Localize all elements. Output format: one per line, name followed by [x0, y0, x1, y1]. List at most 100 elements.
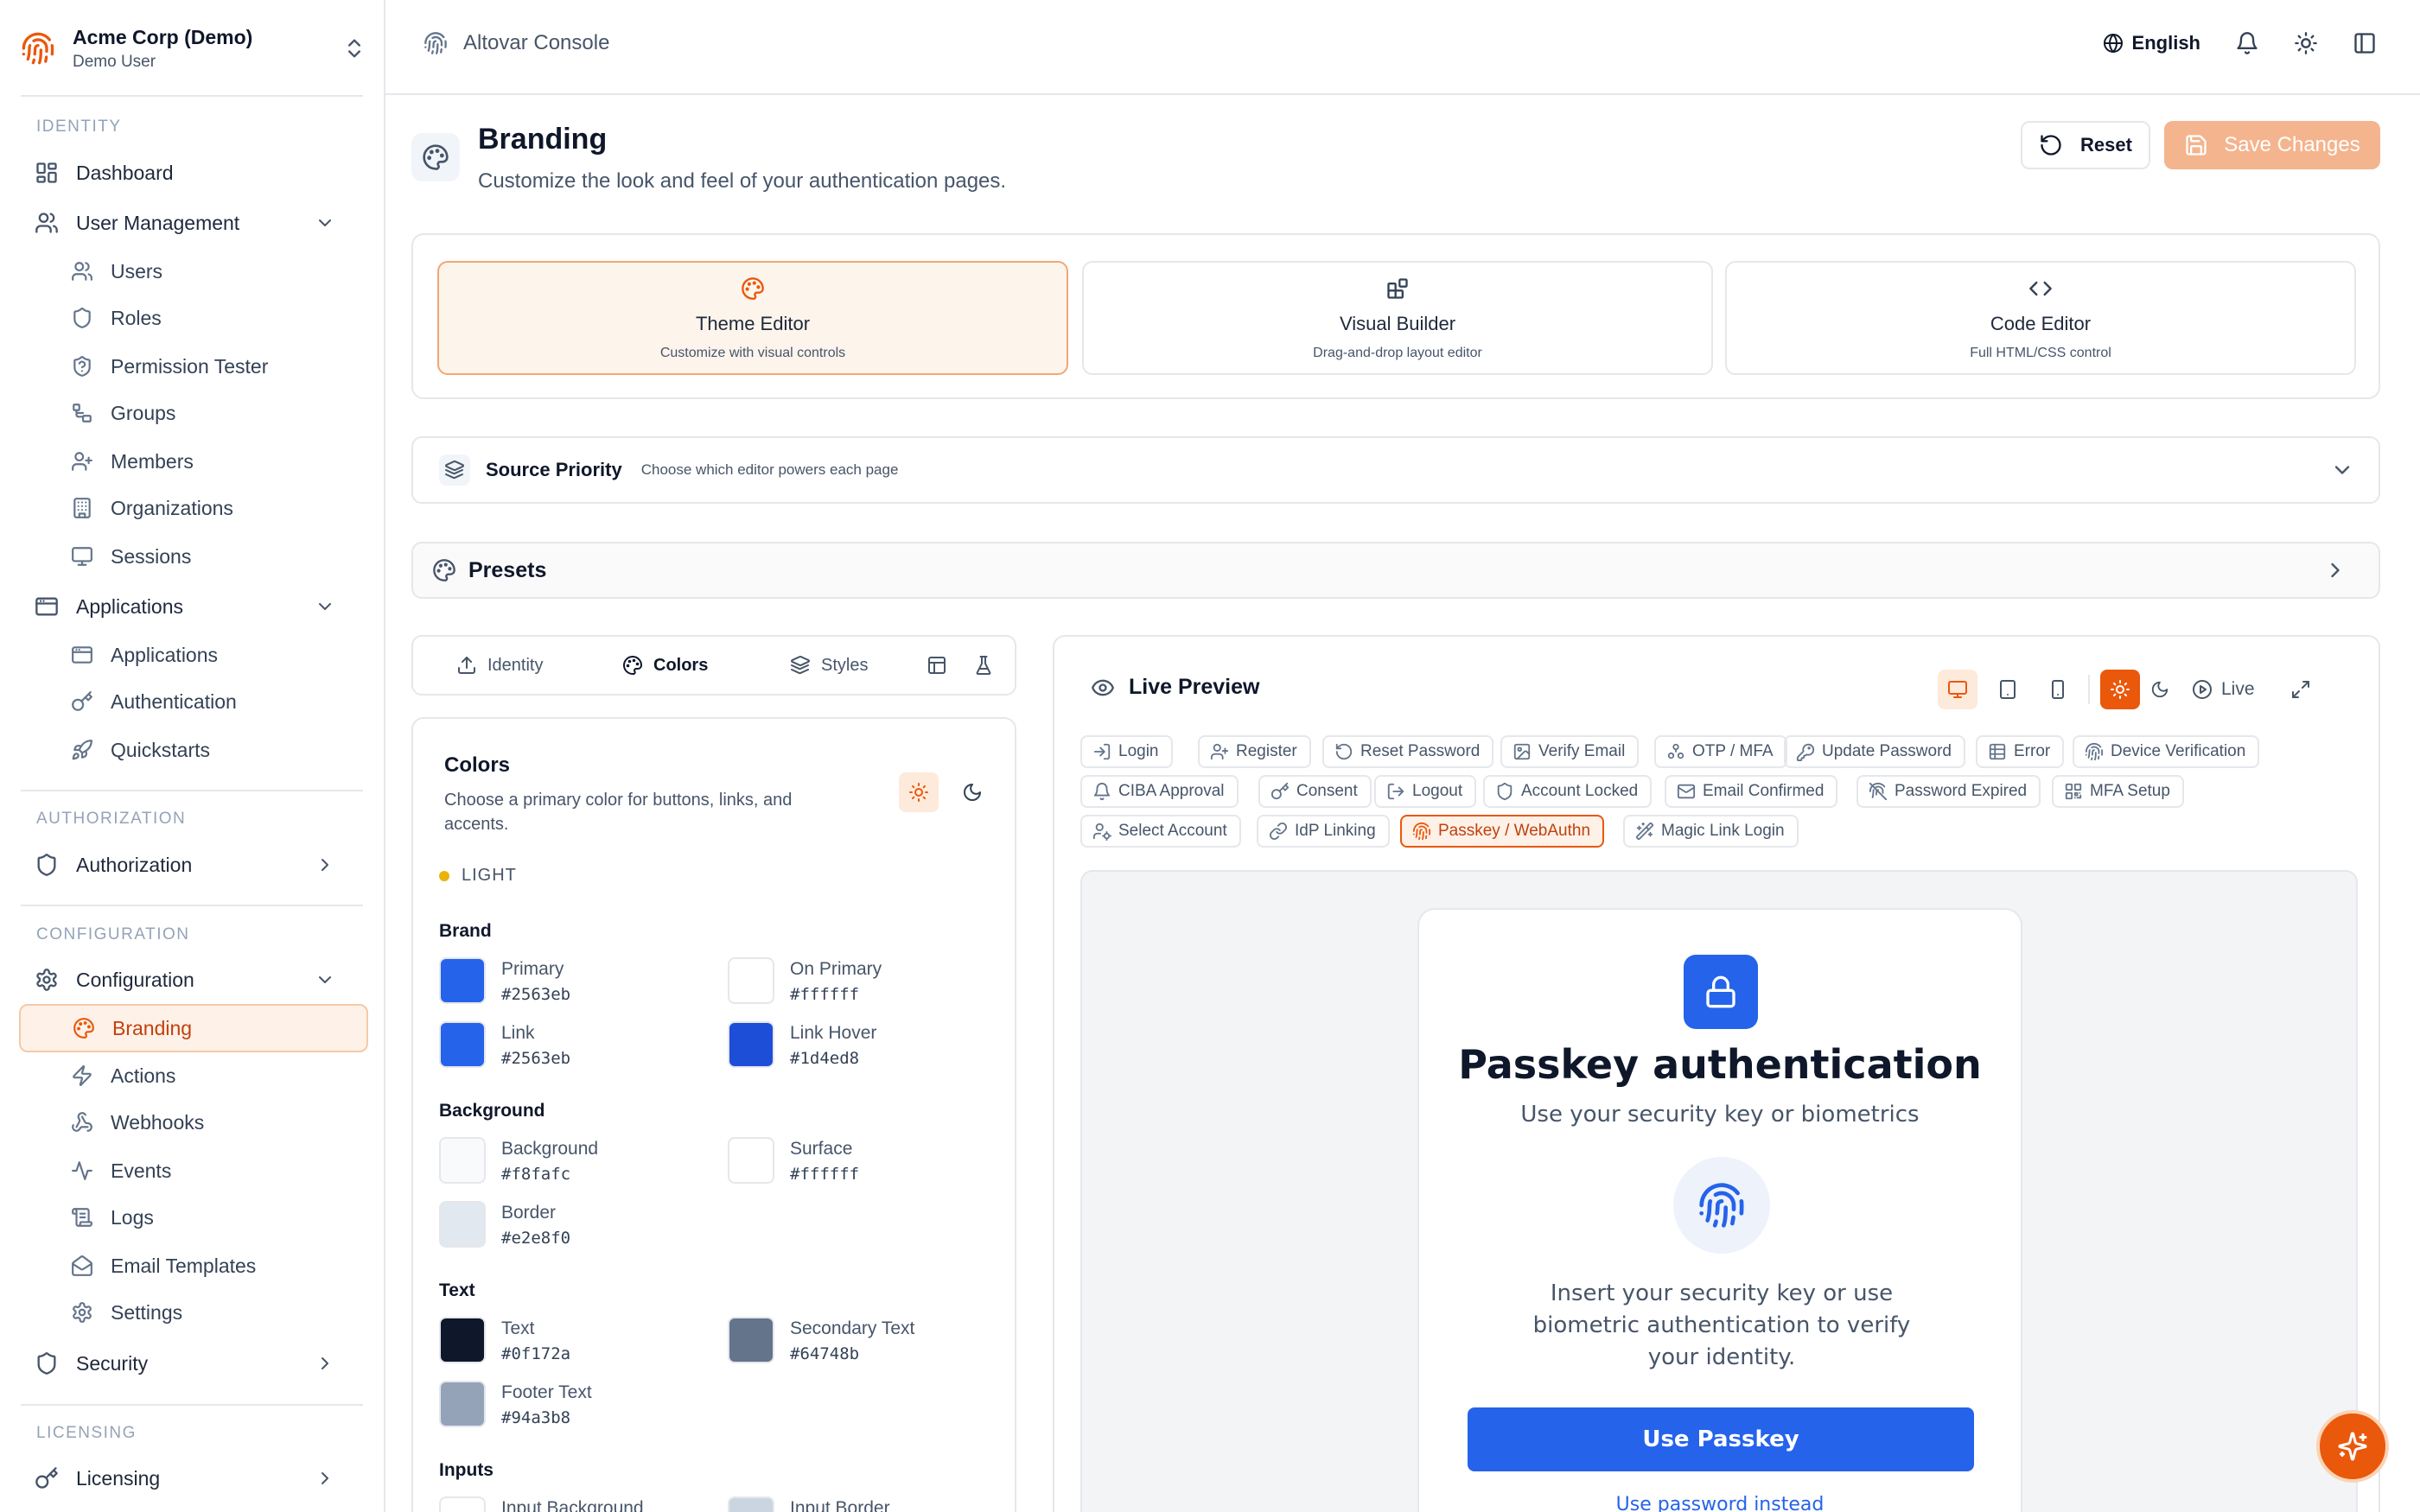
sidebar-item-applications[interactable]: Applications [21, 585, 363, 628]
sidebar-item-dashboard[interactable]: Dashboard [21, 151, 363, 194]
chip-verify-email[interactable]: Verify Email [1500, 735, 1640, 768]
color-box[interactable] [439, 1201, 486, 1248]
sidebar-item-quickstarts[interactable]: Quickstarts [21, 728, 366, 772]
panel-toggle-icon[interactable] [2353, 31, 2377, 55]
sidebar-item-branding[interactable]: Branding [19, 1004, 368, 1052]
page-icon [411, 133, 460, 181]
sidebar-item-organizations[interactable]: Organizations [21, 486, 366, 530]
chip-device-verification[interactable]: Device Verification [2073, 735, 2260, 768]
swatch-input-border[interactable]: Input Border#cbd5e1 [728, 1496, 890, 1512]
swatch-on-primary[interactable]: On Primary #ffffff [728, 957, 882, 1004]
chip-login[interactable]: Login [1080, 735, 1173, 768]
sidebar-item-roles[interactable]: Roles [21, 296, 366, 340]
chip-account-locked[interactable]: Account Locked [1483, 775, 1653, 808]
preview-dark-mode[interactable] [2140, 670, 2180, 709]
swatch-text[interactable]: Text #0f172a [439, 1317, 570, 1363]
swatch-link[interactable]: Link #2563eb [439, 1021, 570, 1068]
sidebar-item-user-management[interactable]: User Management [21, 201, 363, 245]
sidebar-item-applications-list[interactable]: Applications [21, 633, 366, 677]
device-tablet[interactable] [1988, 670, 2028, 709]
sidebar-item-webhooks[interactable]: Webhooks [21, 1101, 366, 1144]
color-box[interactable] [439, 1381, 486, 1427]
expand-preview[interactable] [2281, 670, 2321, 709]
color-box[interactable] [728, 1021, 774, 1068]
editor-visual-builder[interactable]: Visual Builder Drag-and-drop layout edit… [1082, 261, 1713, 375]
editor-code[interactable]: Code Editor Full HTML/CSS control [1725, 261, 2356, 375]
color-box[interactable] [439, 957, 486, 1004]
live-toggle[interactable]: Live [2192, 679, 2255, 700]
chip-logout[interactable]: Logout [1374, 775, 1477, 808]
light-mode-toggle[interactable] [899, 772, 939, 812]
color-box[interactable] [728, 1137, 774, 1184]
swatch-name: Footer Text [501, 1382, 592, 1402]
chip-reset-password[interactable]: Reset Password [1322, 735, 1494, 768]
swatch-primary[interactable]: Primary #2563eb [439, 957, 570, 1004]
color-box[interactable] [439, 1137, 486, 1184]
swatch-link-hover[interactable]: Link Hover #1d4ed8 [728, 1021, 876, 1068]
sidebar-item-permission-tester[interactable]: Permission Tester [21, 345, 366, 388]
chip-mfa-setup[interactable]: MFA Setup [2052, 775, 2184, 808]
ai-assistant-button[interactable] [2316, 1410, 2389, 1483]
color-box[interactable] [728, 1317, 774, 1363]
swatch-background[interactable]: Background #f8fafc [439, 1137, 598, 1184]
org-switcher[interactable]: Acme Corp (Demo) Demo User [21, 17, 366, 79]
tab-colors[interactable]: Colors [622, 655, 708, 676]
sidebar-item-authentication[interactable]: Authentication [21, 680, 366, 723]
shield-icon [71, 307, 93, 329]
tab-layout[interactable] [927, 655, 947, 676]
sidebar-item-users[interactable]: Users [21, 250, 366, 293]
chip-ciba-approval[interactable]: CIBA Approval [1080, 775, 1239, 808]
sidebar-item-configuration[interactable]: Configuration [21, 958, 363, 1001]
chip-magic-link-login[interactable]: Magic Link Login [1623, 815, 1799, 848]
save-button[interactable]: Save Changes [2164, 121, 2380, 169]
sidebar-item-actions[interactable]: Actions [21, 1054, 366, 1097]
sidebar-item-sessions[interactable]: Sessions [21, 535, 366, 578]
use-password-link[interactable]: Use password instead [1419, 1494, 2021, 1512]
chip-register[interactable]: Register [1198, 735, 1311, 768]
color-box[interactable] [728, 957, 774, 1004]
chip-otp-mfa[interactable]: OTP / MFA [1654, 735, 1787, 768]
presets-panel[interactable]: Presets [411, 542, 2380, 599]
language-selector[interactable]: English [2103, 32, 2200, 54]
source-priority-panel[interactable]: Source Priority Choose which editor powe… [411, 436, 2380, 504]
color-box[interactable] [439, 1021, 486, 1068]
reset-button[interactable]: Reset [2021, 121, 2150, 169]
chip-passkey-webauthn[interactable]: Passkey / WebAuthn [1400, 815, 1605, 848]
swatch-secondary-text[interactable]: Secondary Text #64748b [728, 1317, 914, 1363]
chip-update-password[interactable]: Update Password [1784, 735, 1965, 768]
chip-error[interactable]: Error [1976, 735, 2065, 768]
sun-icon[interactable] [2294, 31, 2318, 55]
chip-email-confirmed[interactable]: Email Confirmed [1665, 775, 1838, 808]
color-box[interactable] [439, 1496, 486, 1512]
bell-icon[interactable] [2235, 31, 2259, 55]
swatch-footer-text[interactable]: Footer Text #94a3b8 [439, 1381, 592, 1427]
swatch-input-background[interactable]: Input Background#ffffff [439, 1496, 644, 1512]
auth-card-message: Insert your security key or use biometri… [1532, 1280, 1911, 1370]
sidebar-item-settings[interactable]: Settings [21, 1291, 366, 1334]
color-box[interactable] [439, 1317, 486, 1363]
chip-select-account[interactable]: Select Account [1080, 815, 1241, 848]
sidebar-item-events[interactable]: Events [21, 1149, 366, 1192]
sidebar-item-security[interactable]: Security [21, 1342, 363, 1385]
chip-idp-linking[interactable]: IdP Linking [1257, 815, 1390, 848]
chip-password-expired[interactable]: Password Expired [1856, 775, 2041, 808]
preview-light-mode[interactable] [2100, 670, 2140, 709]
use-passkey-button[interactable]: Use Passkey [1468, 1407, 1974, 1471]
dark-mode-toggle[interactable] [952, 772, 992, 812]
tab-identity[interactable]: Identity [456, 655, 543, 676]
tab-advanced[interactable] [973, 655, 994, 676]
editor-theme[interactable]: Theme Editor Customize with visual contr… [437, 261, 1068, 375]
sidebar-item-licensing[interactable]: Licensing [21, 1457, 363, 1500]
color-box[interactable] [728, 1496, 774, 1512]
swatch-surface[interactable]: Surface #ffffff [728, 1137, 859, 1184]
sidebar-item-logs[interactable]: Logs [21, 1196, 366, 1239]
device-desktop[interactable] [1938, 670, 1977, 709]
sidebar-item-members[interactable]: Members [21, 440, 366, 483]
sidebar-item-authorization[interactable]: Authorization [21, 843, 363, 886]
swatch-border[interactable]: Border #e2e8f0 [439, 1201, 570, 1248]
sidebar-item-email-templates[interactable]: Email Templates [21, 1244, 366, 1287]
tab-styles[interactable]: Styles [790, 655, 868, 676]
device-mobile[interactable] [2038, 670, 2078, 709]
sidebar-item-groups[interactable]: Groups [21, 391, 366, 435]
chip-consent[interactable]: Consent [1258, 775, 1372, 808]
